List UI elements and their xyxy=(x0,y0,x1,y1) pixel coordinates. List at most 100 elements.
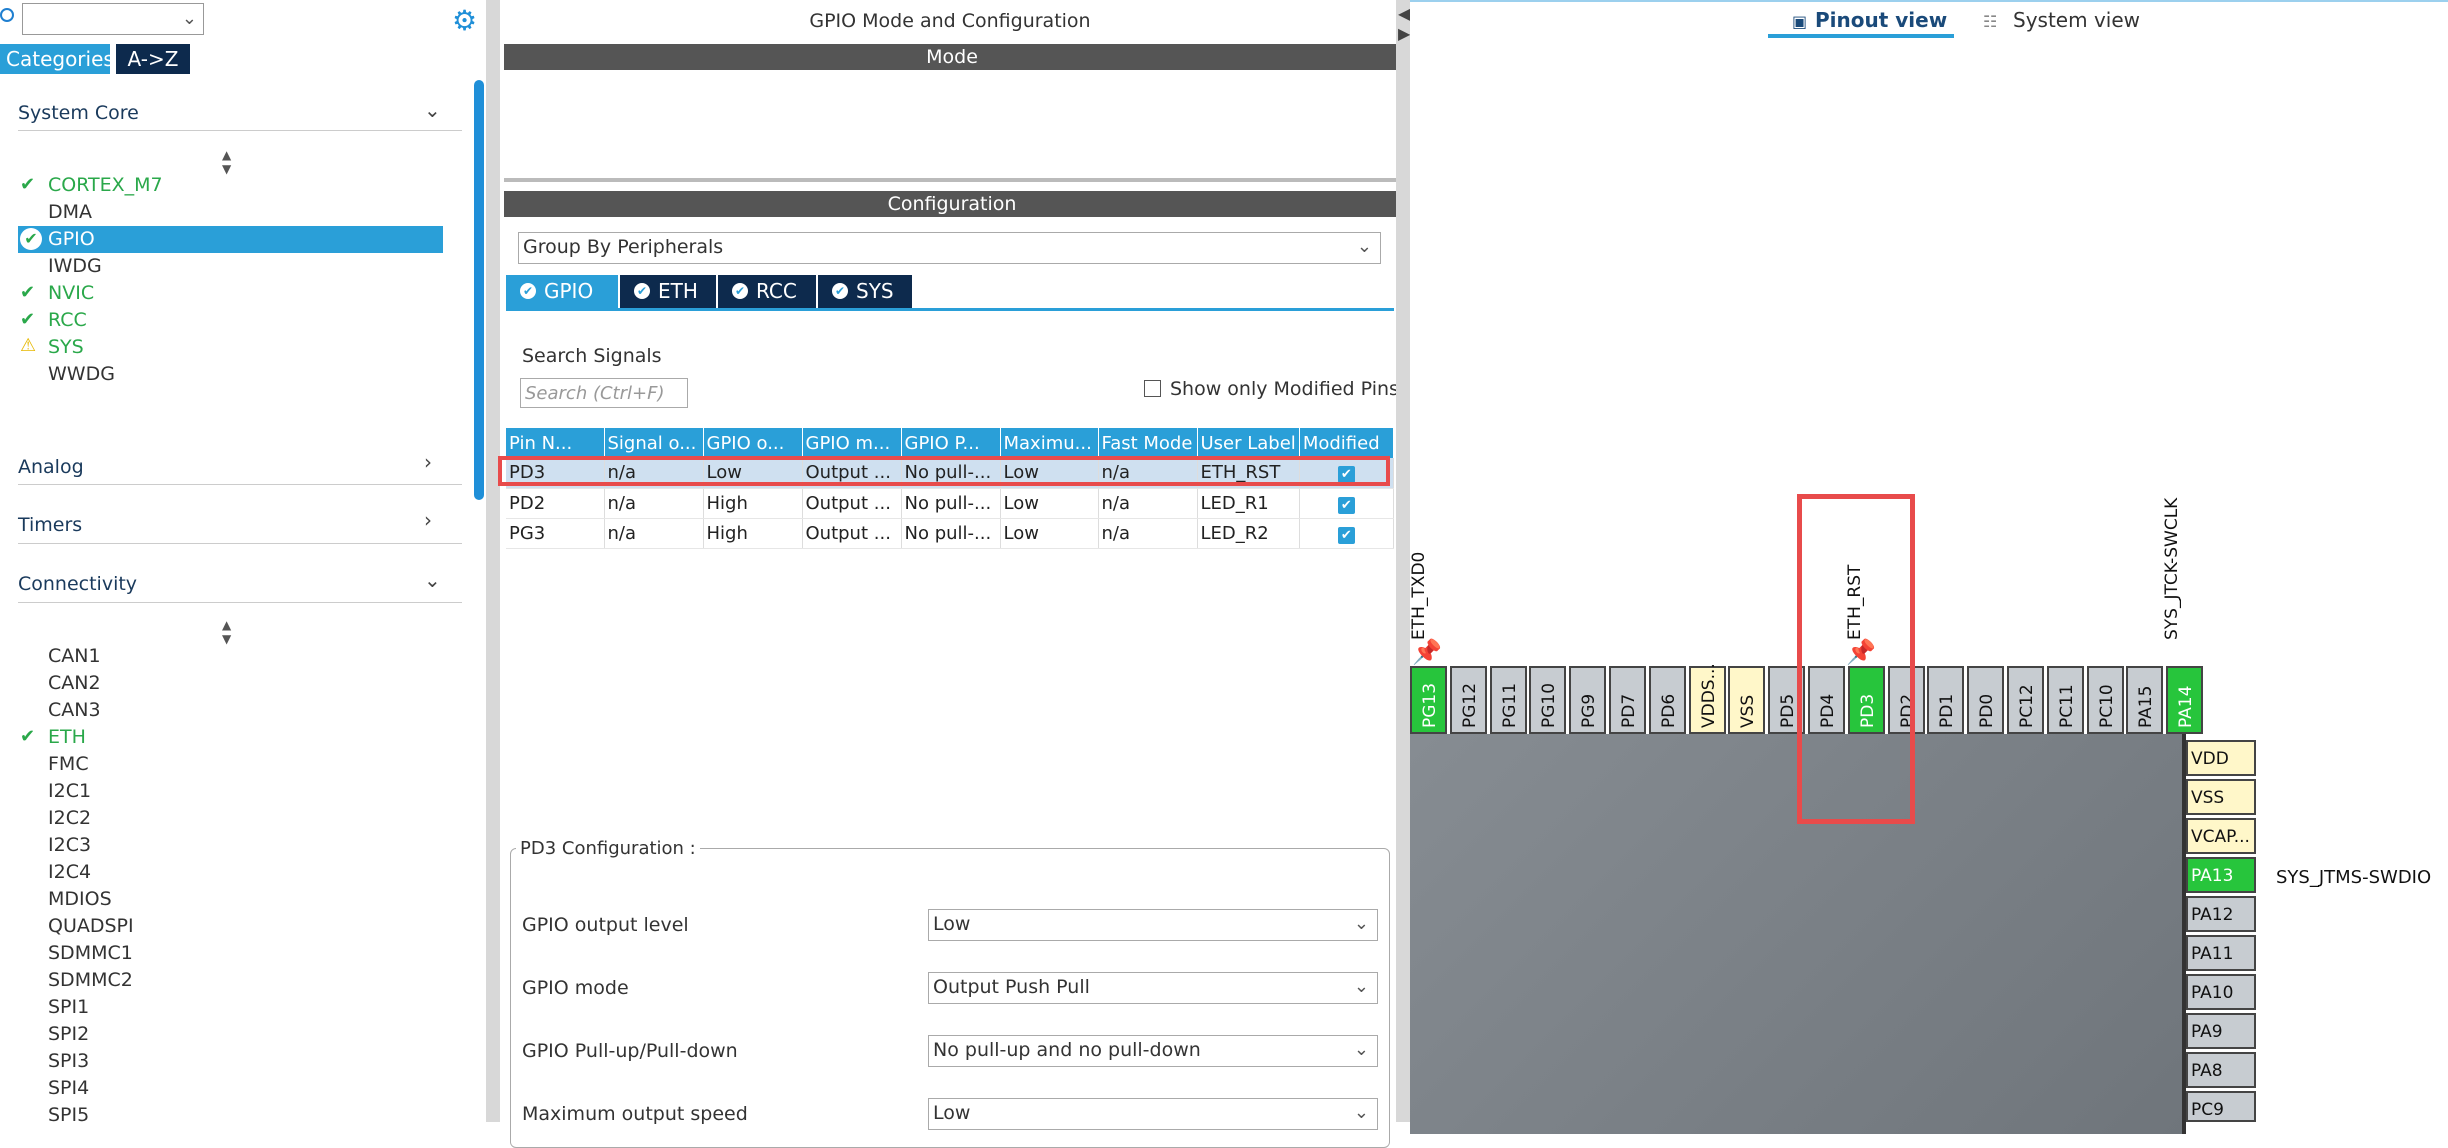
list-item-nvic[interactable]: NVIC xyxy=(48,280,94,306)
list-item-i2c3[interactable]: I2C3 xyxy=(48,832,91,858)
gpio-pull-select[interactable]: No pull-up and no pull-down ⌄ xyxy=(928,1035,1378,1067)
pin-vss[interactable]: VSS xyxy=(2186,779,2256,815)
col-fast-mode[interactable]: Fast Mode xyxy=(1098,428,1198,458)
table-row[interactable]: PG3 n/a High Output ... No pull-... Low … xyxy=(506,518,1394,549)
expand-arrow-icon[interactable]: ▶ xyxy=(1398,24,1410,43)
list-item-fmc[interactable]: FMC xyxy=(48,751,89,777)
sort-icon[interactable]: ▲ ▼ xyxy=(222,618,231,646)
pin-vcap[interactable]: VCAP... xyxy=(2186,818,2256,854)
tab-rcc[interactable]: ✔ RCC xyxy=(718,275,816,308)
cell: LED_R2 xyxy=(1197,518,1300,549)
list-item-quadspi[interactable]: QUADSPI xyxy=(48,913,134,939)
list-item-rcc[interactable]: RCC xyxy=(48,307,87,333)
max-speed-select[interactable]: Low ⌄ xyxy=(928,1098,1378,1130)
list-item-spi2[interactable]: SPI2 xyxy=(48,1021,89,1047)
tab-system-view[interactable]: System view xyxy=(2013,8,2140,32)
pin-pg10[interactable]: PG10 xyxy=(1529,666,1567,734)
list-item-i2c4[interactable]: I2C4 xyxy=(48,859,91,885)
tab-categories[interactable]: Categories xyxy=(0,44,114,74)
pin-pa10[interactable]: PA10 xyxy=(2186,974,2256,1010)
chevron-down-icon[interactable]: ⌄ xyxy=(182,8,197,29)
splitter[interactable] xyxy=(1396,0,1410,1122)
chevron-down-icon[interactable]: ⌄ xyxy=(424,568,441,592)
section-timers[interactable]: Timers xyxy=(18,514,82,536)
pin-pg11[interactable]: PG11 xyxy=(1489,666,1527,734)
tab-a-z[interactable]: A->Z xyxy=(116,44,190,74)
pin-vdds[interactable]: VDDS... xyxy=(1688,663,1726,734)
chevron-down-icon[interactable]: ⌄ xyxy=(424,98,441,122)
tab-sys[interactable]: ✔ SYS xyxy=(818,275,912,308)
pin-vss[interactable]: VSS xyxy=(1728,666,1766,734)
tab-pinout-view[interactable]: Pinout view xyxy=(1815,8,1947,32)
section-connectivity[interactable]: Connectivity xyxy=(18,573,137,595)
section-system-core[interactable]: System Core xyxy=(18,102,139,124)
gpio-output-level-select[interactable]: Low ⌄ xyxy=(928,909,1378,941)
pin-pa13[interactable]: PA13 xyxy=(2186,857,2256,893)
pin-pg13[interactable]: PG13 xyxy=(1410,666,1447,734)
pin-pa11[interactable]: PA11 xyxy=(2186,935,2256,971)
list-item-can2[interactable]: CAN2 xyxy=(48,670,101,696)
sort-icon[interactable]: ▲ ▼ xyxy=(222,148,231,176)
col-signal[interactable]: Signal o... xyxy=(604,428,704,458)
pin-pa12[interactable]: PA12 xyxy=(2186,896,2256,932)
pin-pa8[interactable]: PA8 xyxy=(2186,1052,2256,1088)
col-gpio-mode[interactable]: GPIO m... xyxy=(802,428,902,458)
list-item-eth[interactable]: ETH xyxy=(48,724,86,750)
gpio-mode-select[interactable]: Output Push Pull ⌄ xyxy=(928,972,1378,1004)
tab-gpio[interactable]: ✔ GPIO xyxy=(506,275,618,308)
list-item-cortex-m7[interactable]: CORTEX_M7 xyxy=(48,172,163,198)
list-item-wwdg[interactable]: WWDG xyxy=(48,361,115,387)
chevron-right-icon[interactable]: › xyxy=(424,508,432,532)
collapse-arrow-icon[interactable]: ◀ xyxy=(1398,4,1410,23)
pin-pa15[interactable]: PA15 xyxy=(2126,666,2164,734)
scrollbar[interactable] xyxy=(474,80,484,500)
pin-pd7[interactable]: PD7 xyxy=(1609,666,1646,734)
pin-pg12[interactable]: PG12 xyxy=(1449,666,1487,734)
col-pin-name[interactable]: Pin N... xyxy=(506,428,605,458)
list-item-spi1[interactable]: SPI1 xyxy=(48,994,89,1020)
pin-pd6[interactable]: PD6 xyxy=(1648,666,1686,734)
list-item-can1[interactable]: CAN1 xyxy=(48,643,101,669)
list-item-sys[interactable]: SYS xyxy=(48,334,84,360)
section-analog[interactable]: Analog xyxy=(18,456,84,478)
gear-icon[interactable]: ⚙ xyxy=(452,4,477,37)
col-user-label[interactable]: User Label xyxy=(1197,428,1300,458)
list-item-spi5[interactable]: SPI5 xyxy=(48,1102,89,1122)
pin-pc12[interactable]: PC12 xyxy=(2007,666,2044,734)
list-item-mdios[interactable]: MDIOS xyxy=(48,886,112,912)
modified-checkbox[interactable]: ✔ xyxy=(1337,496,1355,514)
list-item-i2c1[interactable]: I2C1 xyxy=(48,778,91,804)
tab-eth[interactable]: ✔ ETH xyxy=(620,275,716,308)
pin-pg9[interactable]: PG9 xyxy=(1569,666,1607,734)
pin-pa9[interactable]: PA9 xyxy=(2186,1013,2256,1049)
list-item-i2c2[interactable]: I2C2 xyxy=(48,805,91,831)
col-gpio-output[interactable]: GPIO o... xyxy=(703,428,803,458)
col-gpio-pull[interactable]: GPIO P... xyxy=(901,428,1001,458)
pin-pc11[interactable]: PC11 xyxy=(2046,666,2084,734)
show-modified-checkbox[interactable] xyxy=(1144,380,1161,397)
list-item-spi4[interactable]: SPI4 xyxy=(48,1075,89,1101)
group-by-select[interactable]: Group By Peripherals ⌄ xyxy=(518,232,1381,264)
pin-pd1[interactable]: PD1 xyxy=(1927,666,1965,734)
pin-pa14[interactable]: PA14 xyxy=(2166,666,2204,734)
modified-checkbox[interactable]: ✔ xyxy=(1337,526,1355,544)
pin-vdd[interactable]: VDD xyxy=(2186,740,2256,776)
col-modified[interactable]: Modified xyxy=(1299,428,1394,458)
list-item-can3[interactable]: CAN3 xyxy=(48,697,101,723)
signal-search-input[interactable]: Search (Ctrl+F) xyxy=(520,378,688,408)
splitter[interactable] xyxy=(486,0,500,1122)
list-item-spi3[interactable]: SPI3 xyxy=(48,1048,89,1074)
chevron-right-icon[interactable]: › xyxy=(424,450,432,474)
pin-pd0[interactable]: PD0 xyxy=(1967,666,2005,734)
list-item-iwdg[interactable]: IWDG xyxy=(48,253,102,279)
pin-pc9[interactable]: PC9 xyxy=(2186,1091,2256,1122)
list-item-sdmmc1[interactable]: SDMMC1 xyxy=(48,940,133,966)
component-search-input[interactable]: ⌄ xyxy=(22,3,204,35)
pin-pc10[interactable]: PC10 xyxy=(2086,666,2124,734)
search-icon[interactable] xyxy=(0,8,14,22)
list-item-gpio[interactable]: GPIO xyxy=(48,226,95,252)
list-item-sdmmc2[interactable]: SDMMC2 xyxy=(48,967,133,993)
col-max-speed[interactable]: Maximu... xyxy=(1000,428,1099,458)
list-item-dma[interactable]: DMA xyxy=(48,199,92,225)
table-row[interactable]: PD2 n/a High Output ... No pull-... Low … xyxy=(506,488,1394,519)
